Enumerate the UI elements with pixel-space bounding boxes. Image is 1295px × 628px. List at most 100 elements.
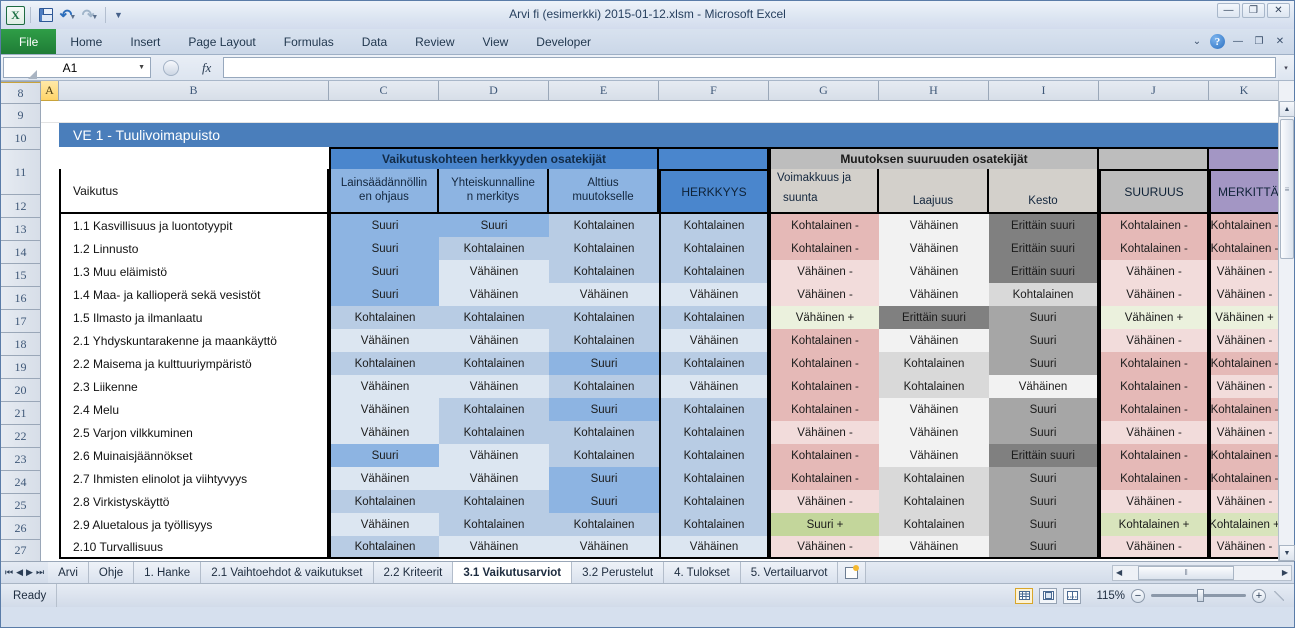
- cell-a[interactable]: [41, 237, 59, 260]
- cell-suuruus[interactable]: Vähäinen +: [1099, 306, 1209, 329]
- row-header-24[interactable]: 24: [1, 471, 41, 494]
- cell-voimakkuus-ja-suunta[interactable]: Kohtalainen -: [769, 467, 879, 490]
- column-header-b[interactable]: B: [59, 81, 329, 101]
- cell-laajuus[interactable]: Kohtalainen: [879, 375, 989, 398]
- cell-k10-spacer[interactable]: [1209, 147, 1280, 169]
- cell-suuruus[interactable]: Kohtalainen -: [1099, 237, 1209, 260]
- cell-alttius-muutokselle[interactable]: Kohtalainen: [549, 513, 659, 536]
- column-header-k[interactable]: K: [1209, 81, 1280, 101]
- cell-laajuus[interactable]: Vähäinen: [879, 329, 989, 352]
- row-label[interactable]: 2.10 Turvallisuus: [59, 536, 329, 559]
- collapse-ribbon-icon[interactable]: ⌄: [1189, 36, 1205, 47]
- cell-a[interactable]: [41, 490, 59, 513]
- cell-lainsaadannollinen-ohjaus[interactable]: Kohtalainen: [329, 352, 439, 375]
- normal-view-button[interactable]: [1015, 587, 1033, 604]
- row-header-23[interactable]: 23: [1, 448, 41, 471]
- cell-laajuus[interactable]: Vähäinen: [879, 283, 989, 306]
- cell-alttius-muutokselle[interactable]: Suuri: [549, 467, 659, 490]
- cell-suuruus[interactable]: Kohtalainen -: [1099, 214, 1209, 237]
- cell-a10[interactable]: [41, 147, 59, 169]
- row-header-20[interactable]: 20: [1, 379, 41, 402]
- cell-herkkyys[interactable]: Kohtalainen: [659, 490, 769, 513]
- cell-alttius-muutokselle[interactable]: Kohtalainen: [549, 421, 659, 444]
- column-header-d[interactable]: D: [439, 81, 549, 101]
- cell-voimakkuus-ja-suunta[interactable]: Kohtalainen -: [769, 398, 879, 421]
- cell-a[interactable]: [41, 444, 59, 467]
- cell-a[interactable]: [41, 421, 59, 444]
- cell-suuruus[interactable]: Vähäinen -: [1099, 490, 1209, 513]
- cell-merkittavyys[interactable]: Kohtalainen -: [1209, 444, 1280, 467]
- cell-laajuus[interactable]: Vähäinen: [879, 237, 989, 260]
- row-label[interactable]: 2.3 Liikenne: [59, 375, 329, 398]
- cell-merkittavyys[interactable]: Kohtalainen -: [1209, 214, 1280, 237]
- cell-lainsaadannollinen-ohjaus[interactable]: Vähäinen: [329, 398, 439, 421]
- cell-voimakkuus-ja-suunta[interactable]: Suuri +: [769, 513, 879, 536]
- row-header-22[interactable]: 22: [1, 425, 41, 448]
- cell-alttius-muutokselle[interactable]: Kohtalainen: [549, 260, 659, 283]
- row-header-11[interactable]: 11: [1, 150, 41, 195]
- tab-developer[interactable]: Developer: [522, 29, 605, 54]
- column-header-g[interactable]: G: [769, 81, 879, 101]
- cell-suuruus[interactable]: Kohtalainen -: [1099, 467, 1209, 490]
- cell-yhteiskunnallinen-merkitys[interactable]: Kohtalainen: [439, 421, 549, 444]
- redo-dropdown-icon[interactable]: ▼: [91, 14, 98, 21]
- row-label[interactable]: 1.5 Ilmasto ja ilmanlaatu: [59, 306, 329, 329]
- header-lainsaadannollinen-ohjaus[interactable]: Lainsäädännöllin en ohjaus: [329, 169, 439, 214]
- cell-kesto[interactable]: Suuri: [989, 352, 1099, 375]
- cell-alttius-muutokselle[interactable]: Kohtalainen: [549, 444, 659, 467]
- save-button[interactable]: [36, 5, 56, 25]
- name-box[interactable]: A1 ▼: [3, 57, 151, 78]
- cell-a9[interactable]: [41, 123, 59, 147]
- cell-laajuus[interactable]: Vähäinen: [879, 421, 989, 444]
- page-break-preview-button[interactable]: [1063, 587, 1081, 604]
- undo-button[interactable]: ↶ ▼: [58, 5, 78, 25]
- cell-herkkyys[interactable]: Vähäinen: [659, 375, 769, 398]
- cell-herkkyys[interactable]: Kohtalainen: [659, 467, 769, 490]
- row-label[interactable]: 1.1 Kasvillisuus ja luontotyypit: [59, 214, 329, 237]
- cell-j10-spacer[interactable]: [1099, 147, 1209, 169]
- row-label[interactable]: 1.4 Maa- ja kallioperä sekä vesistöt: [59, 283, 329, 306]
- sheet-tab-5-vertailuarvot[interactable]: 5. Vertailuarvot: [740, 562, 839, 583]
- column-header-j[interactable]: J: [1099, 81, 1209, 101]
- cell-merkittavyys[interactable]: Vähäinen -: [1209, 283, 1280, 306]
- cell-suuruus[interactable]: Kohtalainen -: [1099, 375, 1209, 398]
- row-label[interactable]: 2.5 Varjon vilkkuminen: [59, 421, 329, 444]
- cell-kesto[interactable]: Suuri: [989, 467, 1099, 490]
- row-27-blank[interactable]: [41, 559, 1280, 561]
- cell-kesto[interactable]: Suuri: [989, 513, 1099, 536]
- cell-yhteiskunnallinen-merkitys[interactable]: Kohtalainen: [439, 513, 549, 536]
- cell-suuruus[interactable]: Vähäinen -: [1099, 536, 1209, 559]
- cell-yhteiskunnallinen-merkitys[interactable]: Kohtalainen: [439, 490, 549, 513]
- header-vaikutus[interactable]: Vaikutus: [59, 169, 329, 214]
- cell-merkittavyys[interactable]: Vähäinen -: [1209, 260, 1280, 283]
- row-header-27[interactable]: 27: [1, 540, 41, 562]
- hscroll-right-arrow-icon[interactable]: ▶: [1282, 568, 1291, 577]
- group-header-sensitivity[interactable]: Vaikutuskohteen herkkyyden osatekijät: [329, 147, 659, 169]
- cell-yhteiskunnallinen-merkitys[interactable]: Suuri: [439, 214, 549, 237]
- cell-kesto[interactable]: Suuri: [989, 536, 1099, 559]
- cell-alttius-muutokselle[interactable]: Kohtalainen: [549, 214, 659, 237]
- row-header-16[interactable]: 16: [1, 287, 41, 310]
- horizontal-scrollbar[interactable]: ◀ ‖ ▶: [1112, 564, 1292, 581]
- cell-laajuus[interactable]: Kohtalainen: [879, 352, 989, 375]
- expand-formula-bar-icon[interactable]: ▾: [1278, 55, 1294, 80]
- prev-sheet-icon[interactable]: ◀: [16, 567, 23, 578]
- cell-kesto[interactable]: Suuri: [989, 398, 1099, 421]
- insert-function-icon[interactable]: fx: [202, 60, 211, 76]
- row-header-17[interactable]: 17: [1, 310, 41, 333]
- cell-yhteiskunnallinen-merkitys[interactable]: Kohtalainen: [439, 398, 549, 421]
- cell-herkkyys[interactable]: Kohtalainen: [659, 352, 769, 375]
- cell-alttius-muutokselle[interactable]: Kohtalainen: [549, 329, 659, 352]
- cell-voimakkuus-ja-suunta[interactable]: Vähäinen -: [769, 283, 879, 306]
- header-yhteiskunnallinen-merkitys[interactable]: Yhteiskunnalline n merkitys: [439, 169, 549, 214]
- cell-voimakkuus-ja-suunta[interactable]: Vähäinen +: [769, 306, 879, 329]
- cell-herkkyys[interactable]: Kohtalainen: [659, 260, 769, 283]
- cell-voimakkuus-ja-suunta[interactable]: Vähäinen -: [769, 260, 879, 283]
- help-icon[interactable]: ?: [1210, 34, 1225, 49]
- cell-suuruus[interactable]: Vähäinen -: [1099, 329, 1209, 352]
- cell-a[interactable]: [41, 398, 59, 421]
- cell-suuruus[interactable]: Kohtalainen +: [1099, 513, 1209, 536]
- cell-yhteiskunnallinen-merkitys[interactable]: Kohtalainen: [439, 237, 549, 260]
- cell-f10-spacer[interactable]: [659, 147, 769, 169]
- cell-voimakkuus-ja-suunta[interactable]: Kohtalainen -: [769, 352, 879, 375]
